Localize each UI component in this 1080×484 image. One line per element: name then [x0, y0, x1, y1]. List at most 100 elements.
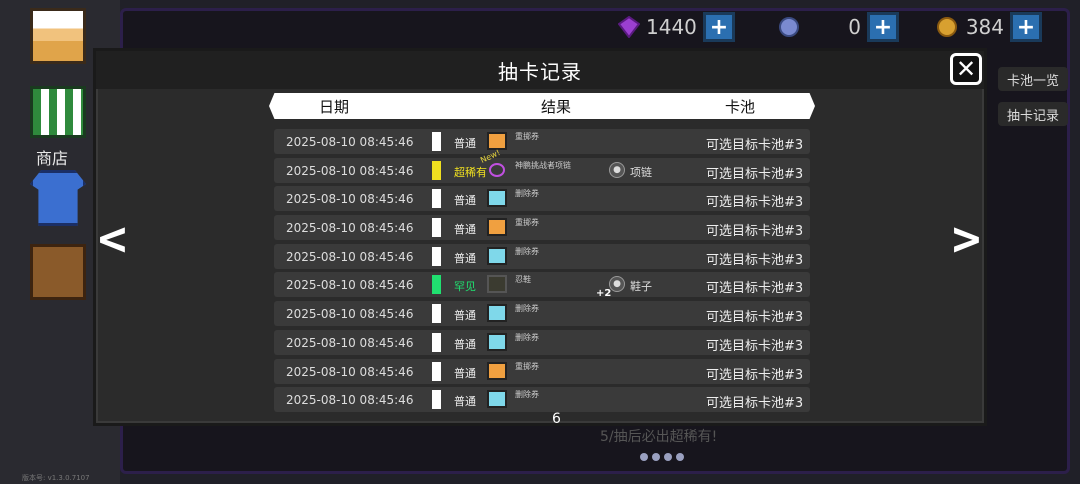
record-row: 2025-08-10 08:45:46 超稀有 神鹏挑战者项链 New! ● 项链 可选目标…: [274, 148, 810, 183]
version-label: 版本号: v1.3.0.7107: [22, 474, 90, 482]
gacha-history-modal: 抽卡记录 ✕ 日期 结果 卡池 < > 2025-08-10 08:45:46 普…: [93, 48, 987, 427]
upgrade-level: +2: [596, 288, 612, 300]
record-rarity: 普通: [454, 194, 476, 208]
close-button[interactable]: ✕: [950, 53, 982, 85]
modal-title: 抽卡记录: [498, 59, 582, 84]
record-item-name: 重掷券: [515, 218, 539, 228]
record-date: 2025-08-10 08:45:46: [286, 307, 414, 322]
record-date: 2025-08-10 08:45:46: [286, 192, 414, 207]
record-item-name: 删除券: [515, 332, 539, 342]
crystal-amount: 0: [848, 15, 861, 39]
record-item-name: 删除券: [515, 246, 539, 256]
record-pool: 可选目标卡池#3: [706, 138, 804, 153]
record-row: 2025-08-10 08:45:46 普通 删除券 可选目标卡池#3: [274, 243, 810, 269]
record-pool: 可选目标卡池#3: [706, 281, 804, 297]
page-dot[interactable]: [640, 453, 648, 461]
gem-currency: 1440 +: [618, 12, 735, 42]
record-date: 2025-08-10 08:45:46: [286, 221, 414, 236]
record-rarity: 普通: [454, 137, 476, 150]
modal-header: 抽卡记录: [96, 51, 984, 89]
record-rarity: 普通: [454, 223, 476, 237]
game-screen: 商店 版本号: v1.3.0.7107 5/抽后必出超稀有! 1440 + 0 …: [0, 0, 1080, 484]
coin-currency: 384 +: [936, 12, 1042, 42]
shop-icon[interactable]: [30, 86, 86, 138]
rarity-bar: [432, 189, 441, 209]
tab-gacha-history[interactable]: 抽卡记录: [998, 102, 1068, 126]
record-pool: 可选目标卡池#3: [706, 310, 804, 326]
rarity-bar: [432, 361, 441, 381]
record-rarity: 超稀有: [454, 165, 487, 179]
record-rarity: 罕见: [454, 280, 476, 294]
coin-icon: [937, 17, 957, 37]
record-row: 2025-08-10 08:45:46 普通 删除券可选目标卡池#3: [274, 387, 810, 413]
record-pool: 可选目标卡池#3: [706, 338, 804, 354]
record-pool: 可选目标卡池#3: [706, 367, 804, 383]
record-date: 2025-08-10 08:45:46: [286, 135, 414, 149]
record-rarity: 普通: [454, 366, 476, 380]
coin-amount: 384: [965, 15, 1004, 39]
record-item-name: 重掷券: [515, 132, 539, 141]
rarity-bar: [432, 275, 441, 295]
cake-icon[interactable]: [30, 8, 86, 64]
page-dot[interactable]: [664, 453, 672, 461]
column-pool: 卡池: [725, 97, 756, 116]
record-item-name: 重掷券: [515, 361, 539, 371]
delete-ticket-icon: [487, 246, 507, 265]
record-item-name: 删除券: [515, 304, 539, 314]
backpack-icon[interactable]: [30, 244, 86, 300]
record-rarity: 普通: [454, 337, 476, 351]
rarity-bar: [432, 218, 441, 238]
reroll-ticket-icon: [487, 361, 507, 380]
rarity-bar: [432, 160, 441, 180]
pity-hint: 5/抽后必出超稀有!: [600, 429, 718, 445]
page-number: 6: [552, 411, 561, 427]
record-list: 2025-08-10 08:45:46 普通 重掷券 可选目标卡池#3 2025-08-…: [274, 129, 810, 416]
record-row: 2025-08-10 08:45:46 普通 重掷券可选目标卡池#3: [274, 215, 810, 241]
page-dot[interactable]: [652, 453, 660, 461]
gem-icon: [618, 16, 640, 38]
shop-label: 商店: [36, 149, 69, 168]
gem-amount: 1440: [646, 15, 697, 39]
record-item-name: 删除券: [515, 390, 539, 400]
add-crystal-button[interactable]: +: [867, 12, 899, 42]
record-date: 2025-08-10 08:45:46: [286, 393, 414, 408]
record-pool: 可选目标卡池#3: [706, 166, 804, 182]
record-row: 2025-08-10 08:45:46 普通 删除券可选目标卡池#3: [274, 301, 810, 327]
record-date: 2025-08-10 08:45:46: [286, 163, 414, 178]
add-gem-button[interactable]: +: [702, 12, 735, 42]
rarity-bar: [432, 246, 441, 266]
delete-ticket-icon: [487, 189, 507, 208]
next-page-button[interactable]: >: [952, 211, 981, 267]
necklace-icon: ●: [609, 161, 625, 178]
record-pool: 可选目标卡池#3: [706, 396, 804, 412]
record-row: 2025-08-10 08:45:46 普通 删除券可选目标卡池#3: [274, 329, 810, 355]
boot-icon: [487, 275, 507, 294]
record-rarity: 普通: [454, 395, 476, 409]
record-rarity: 普通: [454, 309, 476, 323]
delete-ticket-icon: [487, 332, 507, 351]
record-date: 2025-08-10 08:45:46: [286, 278, 414, 293]
column-result: 结果: [541, 97, 572, 116]
record-slot-label: 鞋子: [630, 280, 652, 294]
boot-icon: ●: [609, 276, 625, 293]
prev-page-button[interactable]: <: [98, 211, 127, 267]
rarity-bar: [432, 304, 441, 324]
record-date: 2025-08-10 08:45:46: [286, 335, 414, 350]
tab-pool-overview[interactable]: 卡池一览: [998, 67, 1068, 91]
record-rarity: 普通: [454, 251, 476, 265]
delete-ticket-icon: [487, 390, 507, 409]
record-item-name: 删除券: [515, 189, 539, 199]
page-dots: [640, 453, 684, 461]
delete-ticket-icon: [487, 304, 507, 323]
page-dot[interactable]: [676, 453, 684, 461]
necklace-icon: [489, 162, 505, 177]
record-row: 2025-08-10 08:45:46 罕见 忍鞋 ● 鞋子 +2 可选目标卡池#3: [274, 272, 810, 300]
crystal-currency: 0 +: [778, 12, 899, 42]
record-row: 2025-08-10 08:45:46 普通 重掷券可选目标卡池#3: [274, 129, 810, 154]
add-coin-button[interactable]: +: [1010, 12, 1042, 42]
record-slot-label: 项链: [630, 165, 652, 179]
record-pool: 可选目标卡池#3: [706, 252, 804, 268]
record-pool: 可选目标卡池#3: [706, 224, 804, 240]
shirt-icon[interactable]: [30, 170, 86, 226]
rarity-bar: [432, 132, 441, 151]
